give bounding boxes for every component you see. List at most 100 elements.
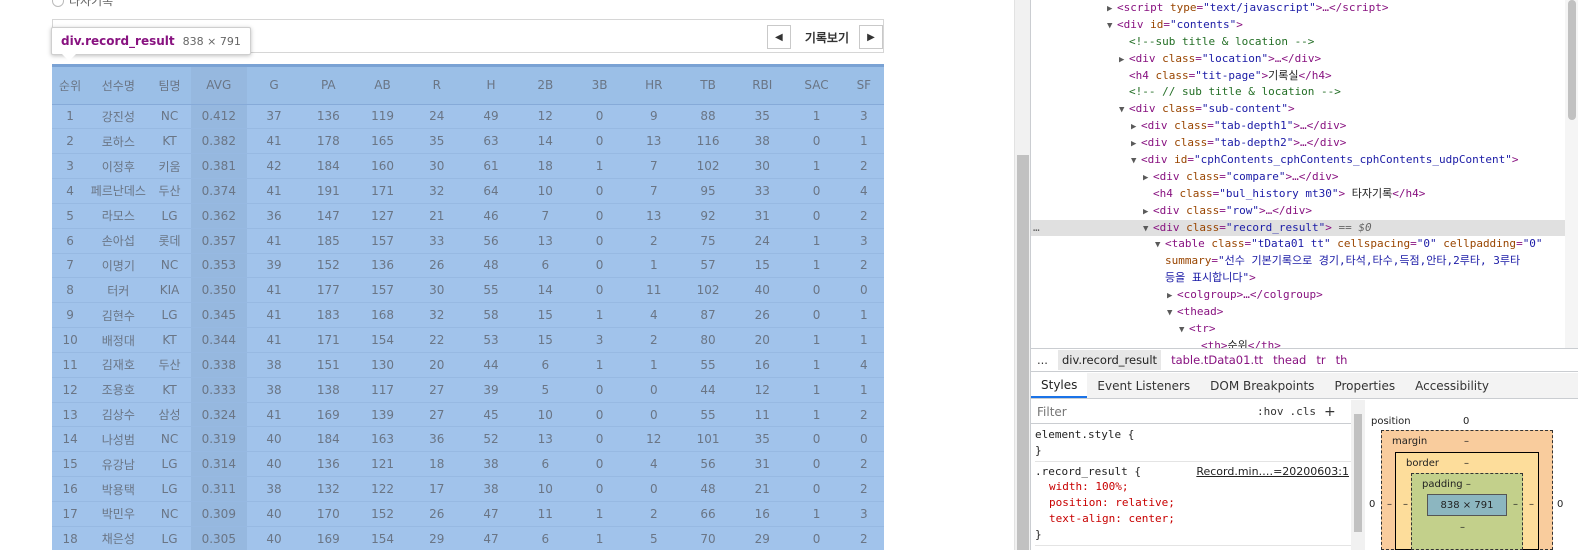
table-cell[interactable]: 라모스 <box>88 203 149 229</box>
column-header[interactable]: AB <box>355 67 410 105</box>
breadcrumb-item[interactable]: th <box>1336 353 1348 367</box>
dom-node[interactable]: ▶ <div class="tab-depth2">…</div> <box>1031 135 1565 152</box>
column-header[interactable]: PA <box>301 67 356 105</box>
hov-toggle[interactable]: :hov <box>1257 405 1284 418</box>
tab-styles[interactable]: Styles <box>1031 373 1088 398</box>
rule-source-link[interactable]: Record.min.…=20200603:1 <box>1196 464 1349 480</box>
table-cell[interactable]: 조용호 <box>88 377 149 403</box>
elements-scrollbar-thumb[interactable] <box>1568 0 1576 120</box>
collapse-triangle-icon[interactable]: ▼ <box>1107 18 1117 35</box>
table-cell[interactable]: 유강남 <box>88 451 149 478</box>
table-cell[interactable]: 강진성 <box>88 104 149 130</box>
expand-triangle-icon[interactable]: ▶ <box>1143 204 1153 221</box>
breadcrumb-item[interactable]: div.record_result <box>1057 350 1162 370</box>
table-cell[interactable]: 이명기 <box>88 253 149 279</box>
content-box[interactable]: 838 × 791 <box>1427 494 1507 516</box>
expand-triangle-icon[interactable]: ▶ <box>1131 119 1141 136</box>
table-cell[interactable]: 채은성 <box>88 526 149 550</box>
styles-scrollbar[interactable] <box>1351 400 1365 550</box>
table-cell[interactable]: 이정후 <box>88 153 149 180</box>
table-cell[interactable]: 박민우 <box>88 501 149 527</box>
css-property[interactable]: text-align: center; <box>1035 511 1351 527</box>
dom-node-selected[interactable]: … ▼ <div class="record_result"> == $0 <box>1031 219 1565 238</box>
column-header[interactable]: 2B <box>518 67 573 105</box>
column-header[interactable]: HR <box>626 67 681 105</box>
breadcrumb-item[interactable]: tr <box>1316 353 1325 367</box>
styles-scrollbar-thumb[interactable] <box>1354 414 1362 532</box>
column-header[interactable]: SF <box>843 67 884 105</box>
column-header[interactable]: H <box>463 67 519 105</box>
table-cell[interactable]: 손아섭 <box>88 228 149 254</box>
page-scrollbar-thumb[interactable] <box>1017 155 1029 550</box>
expand-triangle-icon[interactable]: ▶ <box>1119 52 1129 69</box>
collapse-triangle-icon[interactable]: ▼ <box>1119 102 1129 119</box>
collapse-triangle-icon[interactable]: ▼ <box>1155 237 1165 254</box>
dom-node[interactable]: ▶ <div class="tab-depth1">…</div> <box>1031 118 1565 135</box>
collapse-triangle-icon[interactable]: ▼ <box>1143 221 1153 238</box>
dom-node[interactable]: ▼ <tr> <box>1031 321 1565 338</box>
tab-event-listeners[interactable]: Event Listeners <box>1087 373 1200 398</box>
expand-triangle-icon[interactable]: ▶ <box>1107 1 1117 18</box>
collapse-triangle-icon[interactable]: ▼ <box>1131 153 1141 170</box>
page-scrollbar[interactable] <box>1014 0 1030 550</box>
element-style-selector[interactable]: element.style { <box>1035 427 1351 443</box>
collapse-triangle-icon[interactable]: ▼ <box>1179 322 1189 339</box>
css-property[interactable]: width: 100%; <box>1035 479 1351 495</box>
elements-scrollbar[interactable] <box>1565 0 1578 348</box>
column-header[interactable]: 3B <box>572 67 627 105</box>
column-header[interactable]: G <box>246 67 302 105</box>
expand-triangle-icon[interactable]: ▶ <box>1131 136 1141 153</box>
breadcrumb-item[interactable]: table.tData01.tt <box>1171 353 1263 367</box>
tab-properties[interactable]: Properties <box>1324 373 1405 398</box>
dom-node[interactable]: ▶ <colgroup>…</colgroup> <box>1031 287 1565 304</box>
dom-node[interactable]: <h4 class="tit-page">기록실</h4> <box>1031 68 1565 85</box>
table-cell[interactable]: 나성범 <box>88 426 149 453</box>
expand-triangle-icon[interactable]: ▶ <box>1167 288 1177 305</box>
node-menu-icon[interactable]: … <box>1033 220 1040 237</box>
table-cell[interactable]: 김현수 <box>88 302 149 329</box>
dom-node[interactable]: <!-- // sub title & location --> <box>1031 84 1565 101</box>
dom-node[interactable]: <!--sub title & location --> <box>1031 34 1565 51</box>
dom-node[interactable]: <h4 class="bul_history mt30"> 타자기록</h4> <box>1031 186 1565 203</box>
tab-dom-breakpoints[interactable]: DOM Breakpoints <box>1200 373 1324 398</box>
table-cell[interactable]: 배정대 <box>88 327 149 353</box>
prev-page-button[interactable]: ◀ <box>766 25 791 49</box>
css-property[interactable]: position: relative; <box>1035 495 1351 511</box>
dom-node[interactable]: <th>순위</th> <box>1031 338 1565 348</box>
column-header[interactable]: TB <box>680 67 736 105</box>
column-header[interactable]: 팀명 <box>148 67 191 105</box>
dom-node[interactable]: ▶ <div class="compare">…</div> <box>1031 169 1565 186</box>
table-cell[interactable]: 터커 <box>88 277 149 304</box>
radio-icon[interactable] <box>52 0 64 7</box>
dom-node[interactable]: ▼ <div class="sub-content"> <box>1031 101 1565 118</box>
dom-node[interactable]: ▼ <div id="cphContents_cphContents_cphCon… <box>1031 152 1565 169</box>
table-cell[interactable]: 로하스 <box>88 128 149 155</box>
dom-node[interactable]: ▶ <div class="row">…</div> <box>1031 203 1565 220</box>
table-cell[interactable]: 김상수 <box>88 402 149 428</box>
column-header[interactable]: SAC <box>789 67 844 105</box>
table-cell[interactable]: 김재호 <box>88 352 149 378</box>
dom-node[interactable]: 등을 표시합니다"> <box>1031 270 1565 287</box>
dom-node[interactable]: summary="선수 기본기록으로 경기,타석,타수,득점,안타,2루타, 3… <box>1031 253 1565 270</box>
dom-node[interactable]: ▼ <table class="tData01 tt" cellspacing="… <box>1031 236 1565 253</box>
column-header[interactable]: 순위 <box>52 67 89 105</box>
table-cell[interactable]: 박용택 <box>88 476 149 502</box>
tab-accessibility[interactable]: Accessibility <box>1405 373 1499 398</box>
breadcrumb-item[interactable]: thead <box>1273 353 1306 367</box>
column-header[interactable]: AVG <box>190 67 247 105</box>
dom-node[interactable]: ▼ <div id="contents"> <box>1031 17 1565 34</box>
column-header[interactable]: RBI <box>735 67 790 105</box>
table-cell[interactable]: 페르난데스 <box>88 178 149 204</box>
column-header[interactable]: R <box>409 67 464 105</box>
dom-node[interactable]: ▶ <div class="location">…</div> <box>1031 51 1565 68</box>
dom-node[interactable]: ▼ <thead> <box>1031 304 1565 321</box>
expand-triangle-icon[interactable]: ▶ <box>1143 170 1153 187</box>
new-rule-button[interactable]: + <box>1324 404 1336 420</box>
record-type-radio[interactable]: 타자기록 <box>52 0 113 9</box>
cls-toggle[interactable]: .cls <box>1290 405 1317 418</box>
breadcrumb-ellipsis[interactable]: ... <box>1037 353 1048 367</box>
styles-filter-input[interactable] <box>1037 404 1251 419</box>
column-header[interactable]: 선수명 <box>88 67 149 105</box>
dom-node[interactable]: ▶ <script type="text/javascript">…</scrip… <box>1031 0 1565 17</box>
next-page-button[interactable]: ▶ <box>859 25 883 49</box>
